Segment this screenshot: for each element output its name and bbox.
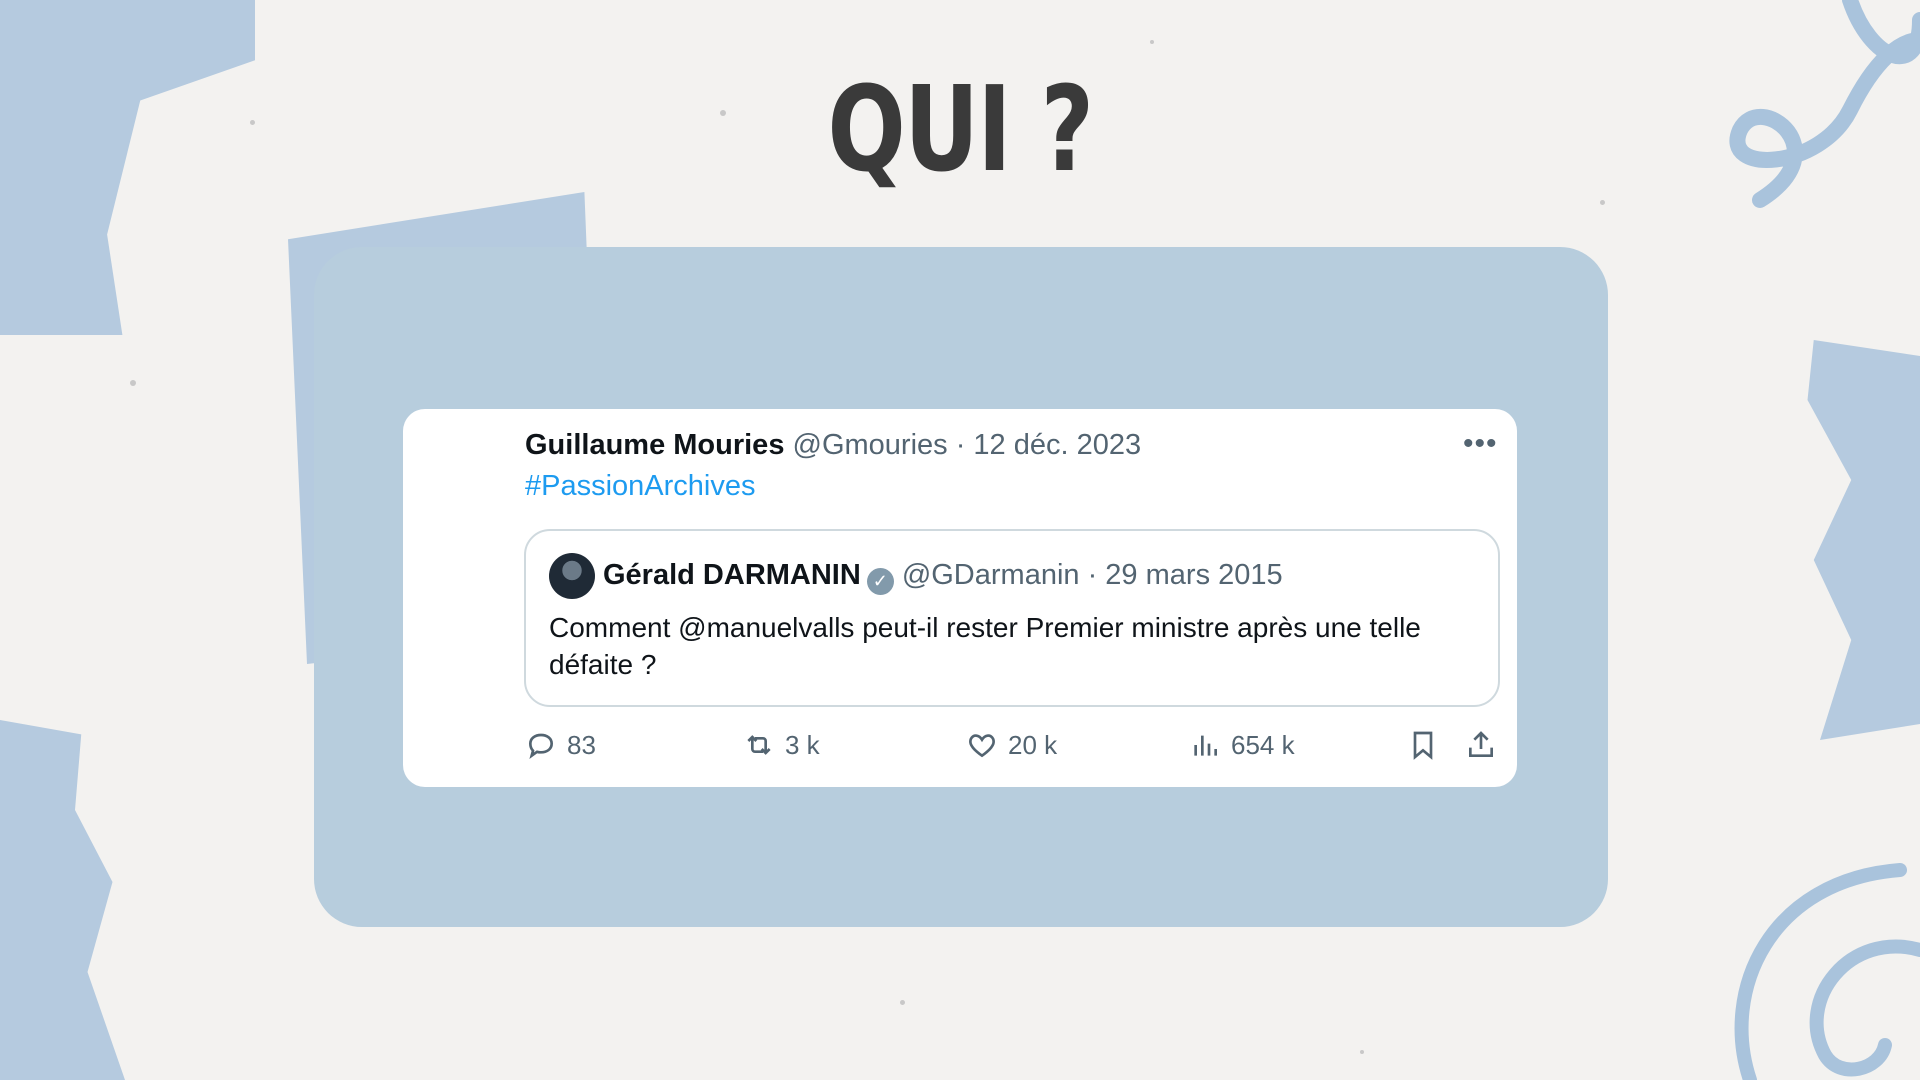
spiral-doodle-bottom-right <box>1734 863 1920 1080</box>
paper-speck <box>1150 40 1154 44</box>
views-count: 654 k <box>1231 729 1295 760</box>
quoted-tweet[interactable]: Gérald DARMANIN ✓ @GDarmanin · 29 mars 201… <box>524 529 1500 707</box>
swirl-doodle-top-right <box>1729 0 1920 208</box>
quoted-tweet-text: Comment @manuelvalls peut-il rester Prem… <box>549 612 1421 680</box>
reply-count: 83 <box>567 729 596 760</box>
tweet-hashtag[interactable]: #PassionArchives <box>525 470 756 503</box>
avatar[interactable] <box>549 553 595 599</box>
reply-icon <box>528 733 554 759</box>
paper-speck <box>900 1000 905 1005</box>
tweet-author[interactable]: Guillaume Mouries <box>525 429 784 461</box>
quoted-author-name: Gérald DARMANIN <box>603 559 861 591</box>
quoted-author-handle: @GDarmanin <box>901 559 1080 591</box>
paper-speck <box>1600 200 1605 205</box>
views-chart-icon <box>1194 735 1217 756</box>
bookmark-button[interactable] <box>1407 729 1439 761</box>
heart-icon <box>969 734 995 758</box>
share-icon <box>1469 731 1493 757</box>
more-icon[interactable]: ••• <box>1463 427 1498 461</box>
tweet-actions: 83 3 k 20 k 654 k <box>403 729 1517 769</box>
retweet-icon <box>747 735 771 755</box>
bookmark-icon <box>1413 731 1433 760</box>
like-count: 20 k <box>1008 729 1058 760</box>
quoted-tweet-header: Gérald DARMANIN ✓ @GDarmanin · 29 mars 201… <box>603 559 1283 595</box>
tweet-meta: Guillaume Mouries @Gmouries · 12 déc. 20… <box>525 429 1141 462</box>
tweet-date[interactable]: · 12 déc. 2023 <box>956 429 1141 461</box>
share-button[interactable] <box>1465 729 1497 761</box>
paper-speck <box>130 380 136 386</box>
paper-speck <box>1360 1050 1364 1054</box>
retweet-button[interactable]: 3 k <box>743 729 820 761</box>
tweet-card[interactable]: Guillaume Mouries @Gmouries · 12 déc. 20… <box>403 409 1517 787</box>
like-button[interactable]: 20 k <box>966 729 1057 761</box>
watercolor-blob-bottom-left <box>0 720 125 1080</box>
slide-title: QUI ? <box>827 60 1094 198</box>
retweet-count: 3 k <box>785 729 820 760</box>
watercolor-blob-right-wavy <box>1807 340 1920 740</box>
quoted-tweet-date: · 29 mars 2015 <box>1087 559 1283 591</box>
tweet-handle[interactable]: @Gmouries <box>793 429 948 461</box>
verified-badge-icon: ✓ <box>866 568 894 595</box>
reply-button[interactable]: 83 <box>525 729 596 761</box>
views-button[interactable]: 654 k <box>1189 729 1295 761</box>
